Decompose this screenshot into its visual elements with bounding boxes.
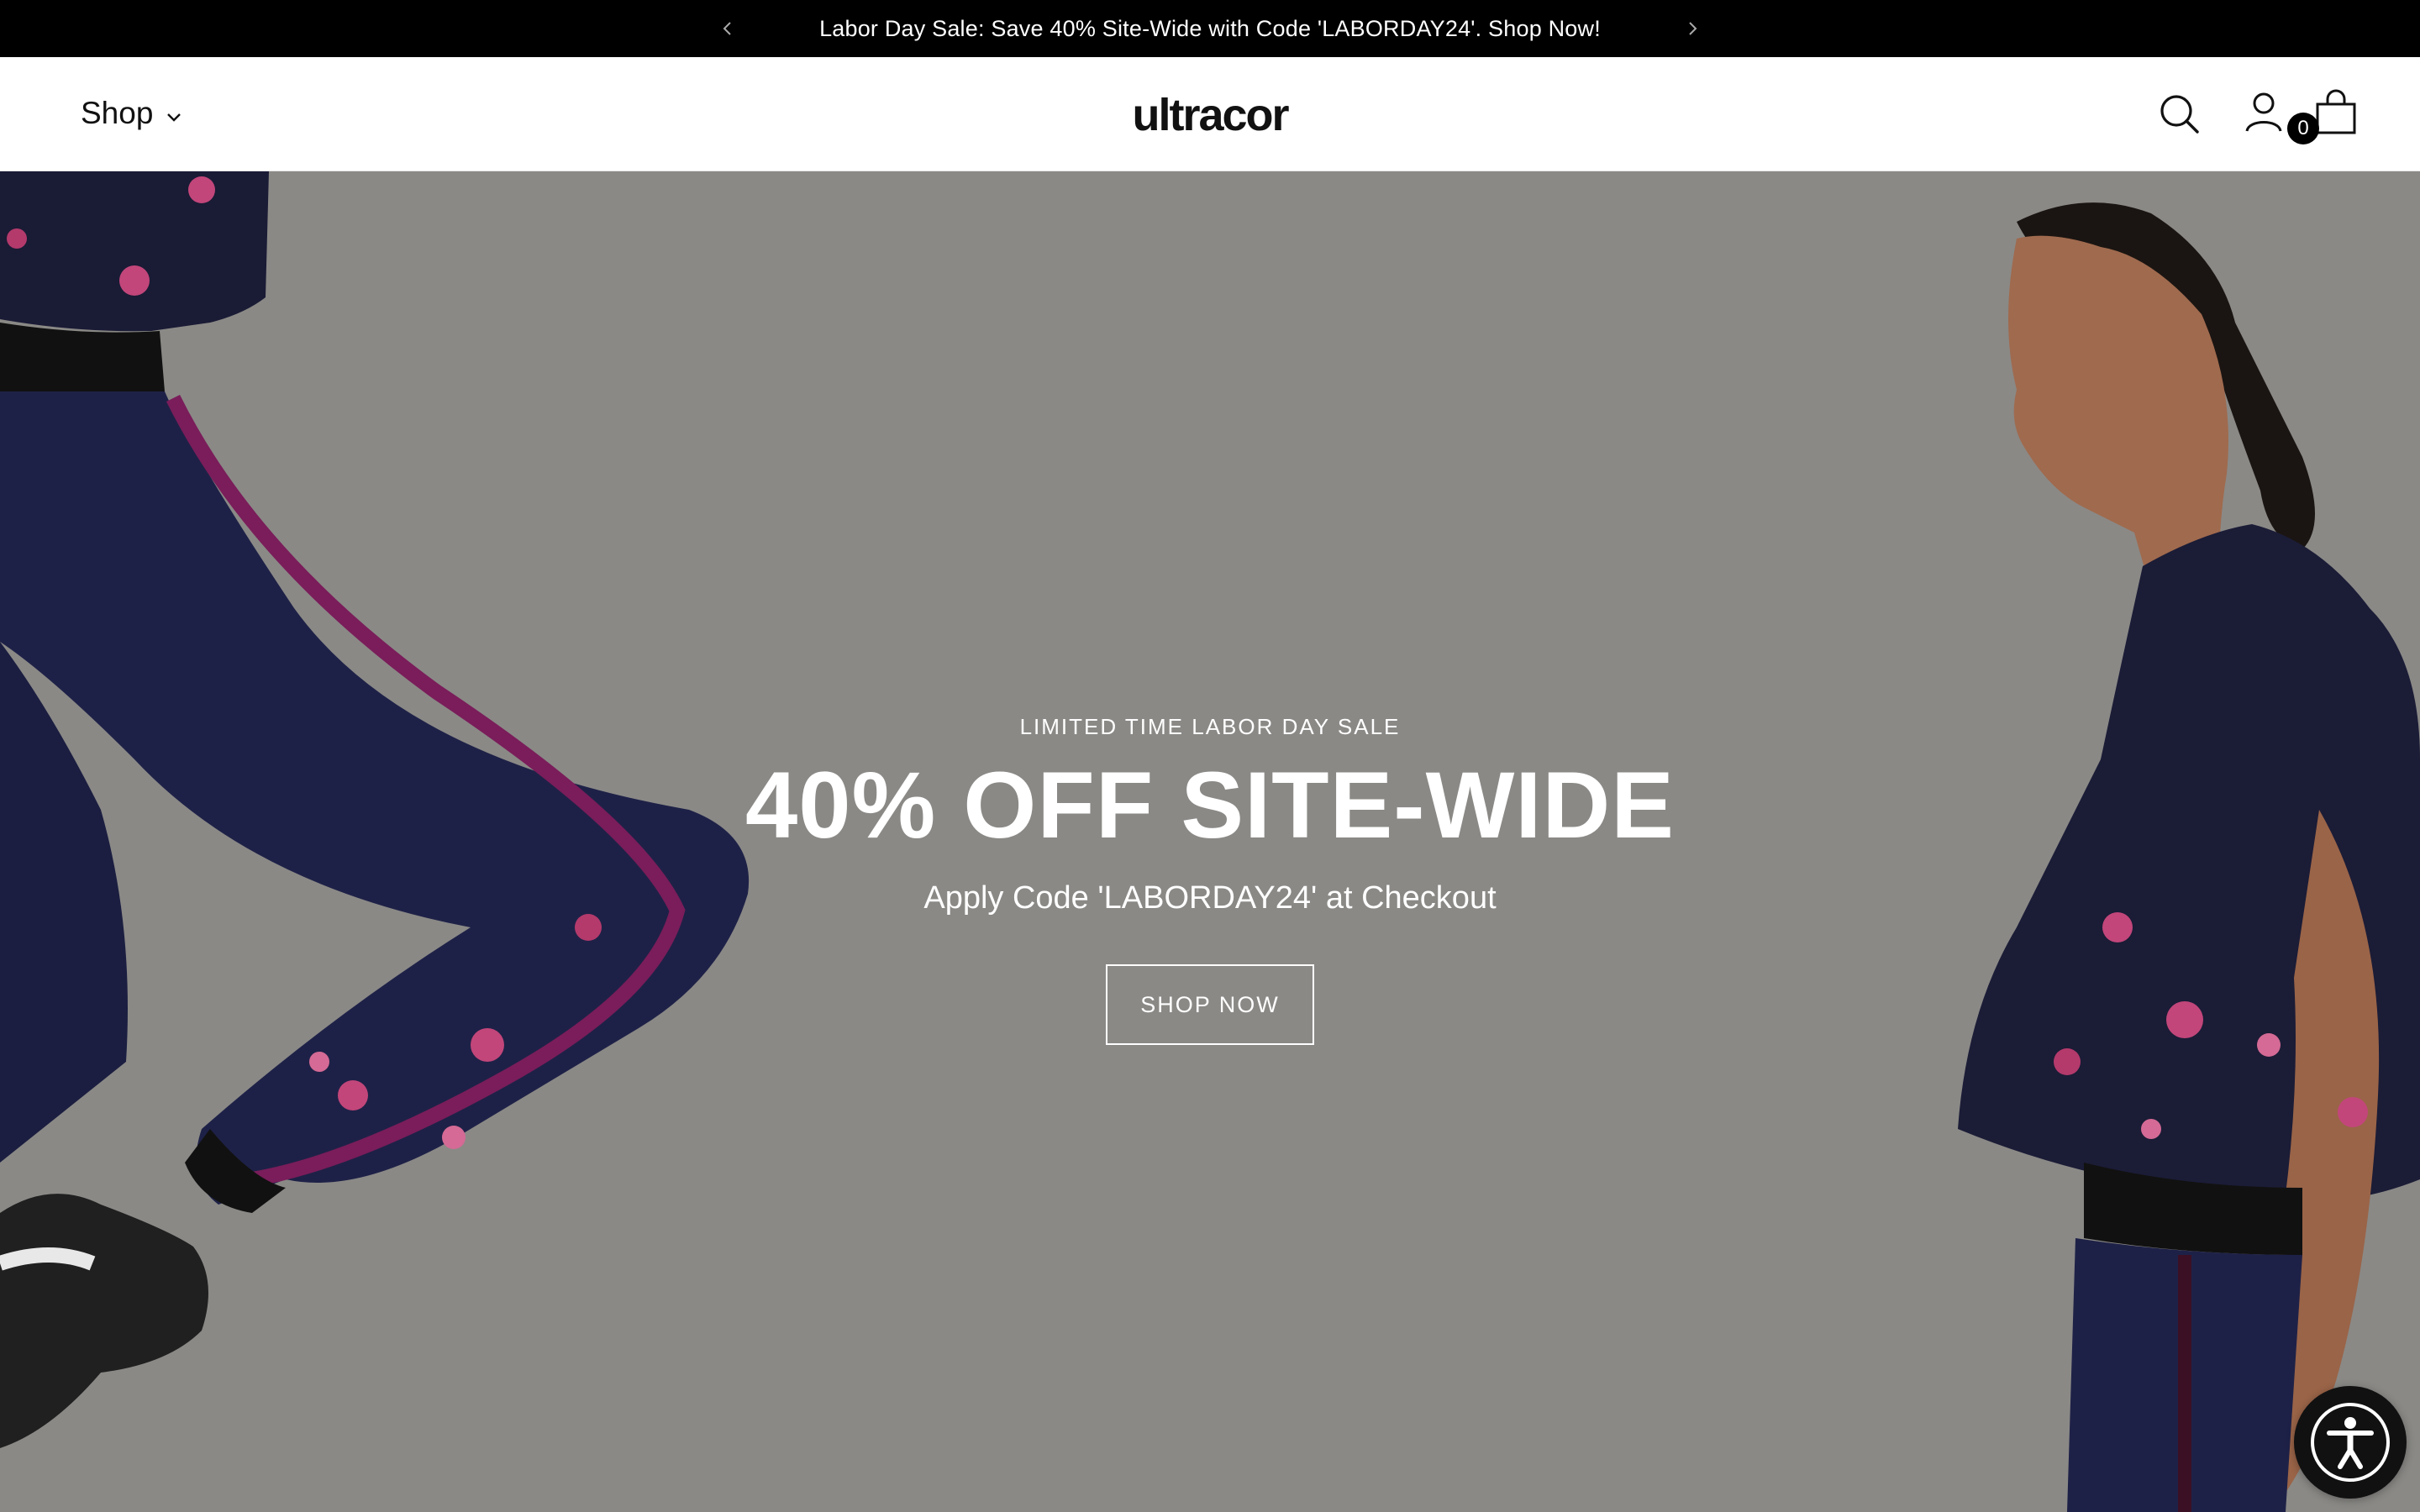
announcement-text[interactable]: Labor Day Sale: Save 40% Site-Wide with … [0,0,2420,57]
hero-eyebrow: LIMITED TIME LABOR DAY SALE [1019,714,1401,739]
hero-banner: LIMITED TIME LABOR DAY SALE 40% OFF SITE… [0,171,2420,1512]
site-header: Shop ultracor [0,57,2420,171]
hero-subtitle: Apply Code 'LABORDAY24' at Checkout [923,880,1497,916]
search-icon[interactable] [2156,91,2203,138]
chevron-right-icon[interactable] [1681,17,1704,40]
account-icon[interactable] [2240,89,2287,136]
brand-logo[interactable]: ultracor [1126,86,1294,144]
accessibility-button[interactable] [2294,1386,2407,1499]
accessibility-icon [2311,1403,2390,1482]
hero-title: 40% OFF SITE-WIDE [745,753,1675,858]
shop-menu-label: Shop [81,96,154,130]
chevron-down-icon [167,113,182,122]
shop-now-button[interactable]: SHOP NOW [1106,964,1314,1045]
shop-menu-button[interactable]: Shop [81,92,183,134]
cart-count-badge: 0 [2287,113,2319,144]
announcement-bar: Labor Day Sale: Save 40% Site-Wide with … [0,0,2420,57]
